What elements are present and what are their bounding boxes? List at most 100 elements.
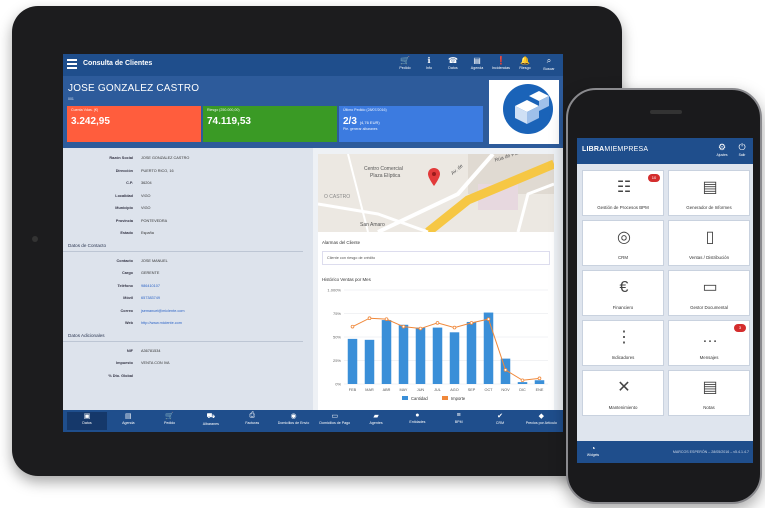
tab-crm[interactable]: ✔ CRM xyxy=(480,412,520,430)
detail-value[interactable]: 986410107 xyxy=(141,280,160,293)
bar-cantidad xyxy=(415,327,426,384)
tab-bpm[interactable]: ≡ BPM xyxy=(439,412,479,430)
detail-row: Web http://www.miclente.com xyxy=(63,317,313,330)
bottom-tab-bar: ▣ Datos ▤ Agenda 🛒 Pedido ⛟ Albaranes ⎙ Facturas ◉… xyxy=(63,410,563,432)
tile-generador-de-informes[interactable]: ▤ Generador de Informes xyxy=(668,170,750,216)
x-tick-label: AGO xyxy=(450,388,458,392)
x-tick-label: ABR xyxy=(383,388,391,392)
euro-icon: € xyxy=(619,279,629,296)
detail-value[interactable]: jsemanuel@miclente.com xyxy=(141,305,185,318)
x-tick-label: MAR xyxy=(365,388,374,392)
detail-value: VIGO xyxy=(141,193,151,198)
detail-key: Impuesto xyxy=(116,361,133,365)
section-contact-title: Datos de Contacto xyxy=(63,240,303,252)
detail-key: Razón Social xyxy=(109,156,133,160)
tile-mantenimiento[interactable]: ✕ Mantenimiento xyxy=(582,370,664,416)
detail-key: Móvil xyxy=(123,296,133,300)
detail-value: JOSE MANUEL xyxy=(141,258,168,263)
topbar-incidencias-button[interactable]: ❗ Incidencias xyxy=(491,56,511,70)
topbar-info-button[interactable]: ℹ Info xyxy=(419,56,439,70)
top-bar: Consulta de Clientes 🛒 Pedido ℹ Info ☎ Datos ▤… xyxy=(63,54,563,76)
x-tick-label: FEB xyxy=(349,388,357,392)
tab-datos[interactable]: ▣ Datos xyxy=(67,412,107,430)
logout-button[interactable]: ⏻ Salir xyxy=(733,142,751,157)
point-importe xyxy=(537,376,542,381)
tab-label: Facturas xyxy=(245,421,260,425)
tab-agentes[interactable]: ▰ Agentes xyxy=(356,412,396,430)
bar-cantidad xyxy=(398,324,409,384)
topbar-agenda-button[interactable]: ▤ Agenda xyxy=(467,56,487,70)
list-icon: ≡ xyxy=(456,412,461,419)
tab-precios-por-artículo[interactable]: ◆ Precios por Artículo xyxy=(521,412,561,430)
detail-value[interactable]: 657383749 xyxy=(141,292,160,305)
bar-cantidad xyxy=(466,321,477,384)
tile-notas[interactable]: ▤ Notas xyxy=(668,370,750,416)
tile-crm[interactable]: ◎ CRM xyxy=(582,220,664,266)
tile-gestor-documental[interactable]: ▭ Gestor Documental xyxy=(668,270,750,316)
tag-icon: ◆ xyxy=(538,413,544,420)
x-tick-label: SEP xyxy=(468,388,476,392)
calendar-icon: ▤ xyxy=(473,56,481,65)
topbar-datos-button[interactable]: ☎ Datos xyxy=(443,56,463,70)
bar-cantidad xyxy=(534,380,545,384)
x-tick-label: NOV xyxy=(501,388,510,392)
detail-row: Correo jsemanuel@miclente.com xyxy=(63,305,313,318)
topbar-pedido-button[interactable]: 🛒 Pedido xyxy=(395,56,415,70)
tab-pedido[interactable]: 🛒 Pedido xyxy=(150,412,190,430)
map-label: Plaza Elíptica xyxy=(370,173,401,179)
map-graphic xyxy=(318,154,554,232)
notification-badge: 10 xyxy=(648,174,660,182)
point-importe xyxy=(401,324,406,329)
settings-button[interactable]: ⚙ Ajustes xyxy=(713,142,731,157)
y-tick-label: 0% xyxy=(335,382,341,387)
topbar-action-label: Incidencias xyxy=(492,66,510,70)
detail-row: Municipio VIGO xyxy=(63,202,313,215)
tab-entidades[interactable]: ● Entidades xyxy=(397,412,437,430)
detail-value[interactable]: http://www.miclente.com xyxy=(141,317,182,330)
tab-label: Datos xyxy=(82,421,92,425)
tile-mensajes[interactable]: … Mensajes 3 xyxy=(668,320,750,366)
tab-label: CRM xyxy=(495,421,505,425)
tab-label: Agentes xyxy=(369,421,383,425)
topbar-riesgo-button[interactable]: 🔔 Riesgo xyxy=(515,56,535,70)
tab-domicilios-de-envío[interactable]: ◉ Domicilios de Envío xyxy=(274,412,314,430)
tile-indicadores[interactable]: ⋮ Indicadores xyxy=(582,320,664,366)
topbar-buscar-button[interactable]: ⌕ Buscar xyxy=(539,56,559,71)
logo-circle xyxy=(503,84,553,134)
tile-financiero[interactable]: € Financiero xyxy=(582,270,664,316)
tab-label: Pedido xyxy=(163,421,176,425)
bar-cantidad xyxy=(483,312,494,384)
tab-albaranes[interactable]: ⛟ Albaranes xyxy=(191,412,231,430)
tab-label: BPM xyxy=(454,420,463,424)
detail-key: Dirección xyxy=(115,168,133,173)
detail-key: Cargo xyxy=(122,271,133,275)
point-importe xyxy=(435,321,440,325)
client-map[interactable]: Centro Comercial Plaza Elíptica Rúa de P… xyxy=(318,154,554,232)
tab-agenda[interactable]: ▤ Agenda xyxy=(108,412,148,430)
x-tick-label: OCT xyxy=(484,388,493,392)
chat-icon: … xyxy=(702,329,718,346)
tile-gestión-de-procesos-bpm[interactable]: ☷ Gestión de Procesos BPM 10 xyxy=(582,170,664,216)
tab-label: Agenda xyxy=(122,421,135,425)
crm-icon: ◎ xyxy=(617,229,631,246)
detail-key: Web xyxy=(125,321,133,325)
tile-ventas-distribución[interactable]: ▯ Ventas / Distribución xyxy=(668,220,750,266)
detail-key: Contacto xyxy=(116,258,133,263)
kpi-sales[interactable]: Cuenta Vdas. (€) 3.242,95 xyxy=(67,106,201,142)
hamburger-menu-icon[interactable] xyxy=(67,59,77,69)
detail-value: PONTEVEDRA xyxy=(141,218,168,223)
tab-domicilios-de-pago[interactable]: ▭ Domicilios de Pago xyxy=(315,412,355,430)
kpi-last-order[interactable]: Último Pedido (28/07/2016) 2/3 (4,76 EUR… xyxy=(339,106,483,142)
detail-row: NIF A36781534 xyxy=(63,345,313,358)
tile-label: Ventas / Distribución xyxy=(688,255,730,260)
globe-icon: ◉ xyxy=(290,413,297,420)
y-tick-label: 1.000% xyxy=(327,288,341,293)
tile-label: Indicadores xyxy=(611,355,635,360)
settings-label: Ajustes xyxy=(716,153,728,157)
truck-icon: ⛟ xyxy=(206,413,216,420)
client-widgets: Centro Comercial Plaza Elíptica Rúa de P… xyxy=(318,154,554,410)
tab-facturas[interactable]: ⎙ Facturas xyxy=(232,412,272,430)
kpi-risk[interactable]: Riesgo (250.000,00) 74.119,53 xyxy=(203,106,337,142)
gears-icon: ⚙ xyxy=(717,142,727,152)
widgets-button[interactable]: ◔ Widgets xyxy=(583,444,603,457)
